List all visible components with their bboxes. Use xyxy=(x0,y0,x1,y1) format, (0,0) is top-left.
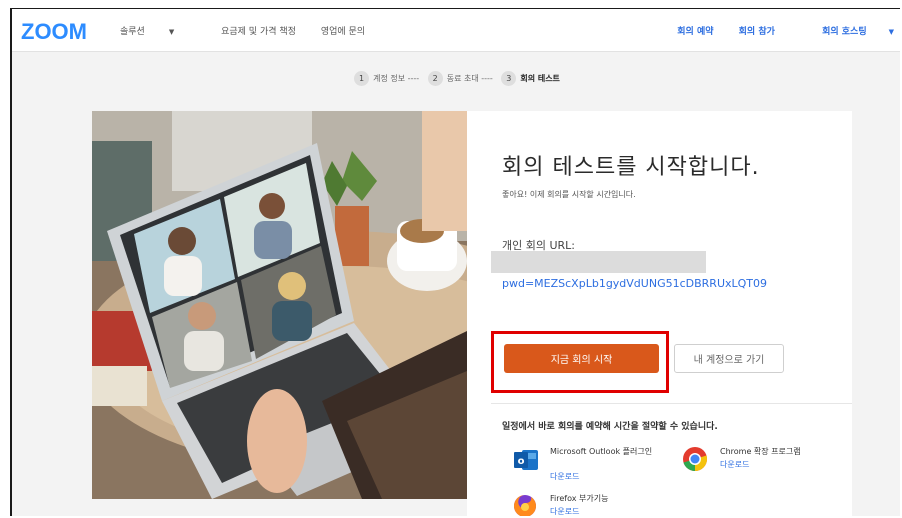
step-label: 동료 초대 ---- xyxy=(446,74,493,83)
chevron-down-icon: ▼ xyxy=(168,28,175,36)
firefox-icon xyxy=(514,495,536,516)
chrome-addin-name: Chrome 확장 프로그램 xyxy=(720,447,801,456)
chrome-addin: Chrome 확장 프로그램 다운로드 xyxy=(682,446,842,482)
browser-frame: ZOOM 솔루션 ▼ 요금제 및 가격 책정 영업에 문의 회의 예약 회의 참가… xyxy=(10,8,900,516)
start-meeting-button[interactable]: 지금 회의 시작 xyxy=(504,344,659,373)
nav-left: 솔루션 ▼ 요금제 및 가격 책정 영업에 문의 xyxy=(120,24,387,37)
nav-solutions[interactable]: 솔루션 ▼ xyxy=(120,27,196,37)
go-to-account-button[interactable]: 내 계정으로 가기 xyxy=(674,344,784,373)
divider xyxy=(491,403,852,404)
step-label: 계정 정보 ---- xyxy=(373,74,420,83)
url-redacted-block xyxy=(491,251,706,273)
outlook-icon: o xyxy=(514,450,538,470)
video-meeting-photo xyxy=(92,111,467,499)
nav-right: 회의 예약 회의 참가 회의 호스팅 ▼ xyxy=(655,24,894,37)
step-number: 1 xyxy=(354,71,370,86)
page-title: 회의 테스트를 시작합니다. xyxy=(502,155,760,180)
nav-solutions-label: 솔루션 xyxy=(120,27,145,37)
chrome-icon xyxy=(683,447,708,472)
schedule-info-text: 일정에서 바로 회의를 예약해 시간을 절약할 수 있습니다. xyxy=(502,422,718,432)
step-label: 회의 테스트 xyxy=(520,74,560,83)
outlook-download-link[interactable]: 다운로드 xyxy=(550,471,579,482)
step-number: 2 xyxy=(427,71,443,86)
step-3: 3 회의 테스트 xyxy=(501,71,560,86)
nav-host-label: 회의 호스팅 xyxy=(822,27,867,37)
nav-schedule[interactable]: 회의 예약 xyxy=(677,27,713,37)
nav-host[interactable]: 회의 호스팅 ▼ xyxy=(800,27,894,37)
svg-text:o: o xyxy=(518,456,525,467)
top-nav: ZOOM 솔루션 ▼ 요금제 및 가격 책정 영업에 문의 회의 예약 회의 참가… xyxy=(12,9,900,52)
chevron-down-icon: ▼ xyxy=(888,28,894,36)
step-1: 1 계정 정보 ---- xyxy=(354,71,419,86)
outlook-addin-name: Microsoft Outlook 플러그인 xyxy=(550,447,653,456)
progress-steps: 1 계정 정보 ---- 2 동료 초대 ---- 3 회의 테스트 xyxy=(12,71,900,86)
outlook-addin: o Microsoft Outlook 플러그인 다운로드 xyxy=(512,446,662,486)
firefox-addin: Firefox 부가기능 다운로드 xyxy=(512,493,662,516)
step-number: 3 xyxy=(501,71,517,86)
nav-join[interactable]: 회의 참가 xyxy=(739,27,775,37)
personal-meeting-url[interactable]: pwd=MEZScXpLb1gydVdUNG51cDBRRUxLQT09 xyxy=(502,277,767,290)
nav-contact-sales[interactable]: 영업에 문의 xyxy=(321,27,365,37)
meeting-test-card: 회의 테스트를 시작합니다. 좋아요! 이제 회의를 시작할 시간입니다. 개인… xyxy=(467,111,852,516)
nav-pricing[interactable]: 요금제 및 가격 책정 xyxy=(221,27,296,37)
zoom-logo[interactable]: ZOOM xyxy=(21,19,87,45)
step-2: 2 동료 초대 ---- xyxy=(427,71,493,86)
page-subtitle: 좋아요! 이제 회의를 시작할 시간입니다. xyxy=(502,190,636,199)
firefox-download-link[interactable]: 다운로드 xyxy=(550,506,579,516)
chrome-download-link[interactable]: 다운로드 xyxy=(720,459,749,470)
laptop-illustration xyxy=(92,111,467,499)
firefox-addin-name: Firefox 부가기능 xyxy=(550,494,609,503)
